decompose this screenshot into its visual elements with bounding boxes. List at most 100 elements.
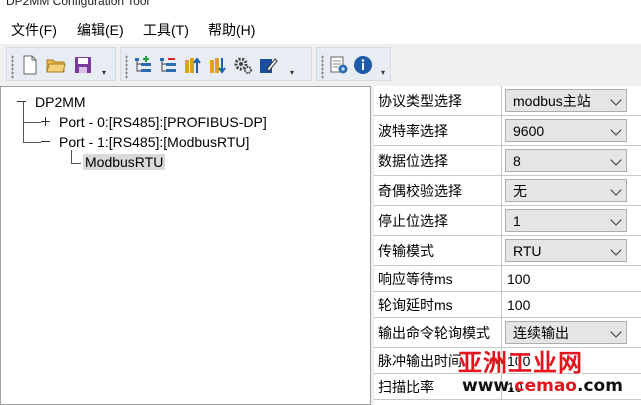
tree-connector xyxy=(71,163,81,164)
property-value-cell: modbus主站 xyxy=(501,86,641,115)
new-file-icon[interactable] xyxy=(20,55,40,75)
property-label: 扫描比率 xyxy=(378,378,434,395)
property-row-databits: 数据位选择 8 xyxy=(374,146,641,176)
window-title: DP2MM Configuration Tool xyxy=(6,0,150,8)
tree-node-label: Port - 0:[RS485]:[PROFIBUS-DP] xyxy=(59,114,267,130)
toolbar-group-help: ▾ xyxy=(316,47,391,81)
expand-icon[interactable] xyxy=(41,117,50,126)
property-grid: 协议类型选择 modbus主站 波特率选择 9600 数据位选择 8 奇偶校验选… xyxy=(374,86,641,405)
property-value-cell[interactable]: 100 xyxy=(501,348,641,373)
menu-help[interactable]: 帮助(H) xyxy=(208,20,255,40)
property-row-protocol: 协议类型选择 modbus主站 xyxy=(374,86,641,116)
device-tree: DP2MM Port - 0:[RS485]:[PROFIBUS-DP] Por… xyxy=(0,86,371,405)
toolbar-grip[interactable] xyxy=(11,55,14,79)
toolbar-overflow-icon[interactable]: ▾ xyxy=(290,68,294,77)
transmission-mode-select[interactable]: RTU xyxy=(505,239,627,262)
tree-node-label: ModbusRTU xyxy=(83,154,166,170)
tree-connector xyxy=(23,122,41,123)
property-value-cell: 1 xyxy=(501,206,641,235)
upload-icon[interactable] xyxy=(183,55,203,75)
select-value: 无 xyxy=(513,182,527,199)
output-poll-mode-select[interactable]: 连续输出 xyxy=(505,321,627,344)
select-value: 连续输出 xyxy=(513,324,569,341)
property-value-cell: RTU xyxy=(501,236,641,265)
property-label: 传输模式 xyxy=(378,242,434,259)
chevron-down-icon[interactable] xyxy=(610,243,622,256)
baud-rate-select[interactable]: 9600 xyxy=(505,119,627,142)
property-row-parity: 奇偶校验选择 无 xyxy=(374,176,641,206)
tree-connector xyxy=(71,150,72,164)
toolbar-group-config: ▾ xyxy=(120,47,312,81)
property-label: 停止位选择 xyxy=(378,212,448,229)
tree-node-label: Port - 1:[RS485]:[ModbusRTU] xyxy=(59,134,250,150)
chevron-down-icon[interactable] xyxy=(610,153,622,166)
toolbar-grip[interactable] xyxy=(125,55,128,79)
menu-tools[interactable]: 工具(T) xyxy=(143,20,189,40)
toolbar: ▾ ▾ ▾ xyxy=(0,44,641,86)
property-value-cell: 连续输出 xyxy=(501,318,641,347)
menu-file[interactable]: 文件(F) xyxy=(11,20,57,40)
tree-node-modbusrtu[interactable]: ModbusRTU xyxy=(83,152,166,172)
property-value-cell: 9600 xyxy=(501,116,641,145)
export-report-icon[interactable] xyxy=(329,55,349,75)
poll-delay-field[interactable]: 100 xyxy=(507,292,530,317)
stop-bits-select[interactable]: 1 xyxy=(505,209,627,232)
protocol-select[interactable]: modbus主站 xyxy=(505,89,627,112)
collapse-icon[interactable] xyxy=(41,137,50,146)
property-label: 数据位选择 xyxy=(378,152,448,169)
tree-connector xyxy=(23,142,41,143)
toolbar-overflow-icon[interactable]: ▾ xyxy=(102,68,106,77)
select-value: 8 xyxy=(513,152,521,169)
add-node-icon[interactable] xyxy=(133,55,153,75)
download-icon[interactable] xyxy=(208,55,228,75)
property-label: 奇偶校验选择 xyxy=(378,182,462,199)
property-row-baud: 波特率选择 9600 xyxy=(374,116,641,146)
property-label: 响应等待ms xyxy=(378,270,453,287)
toolbar-grip[interactable] xyxy=(321,55,324,79)
property-value-cell: 8 xyxy=(501,146,641,175)
settings-gear-icon[interactable] xyxy=(233,55,253,75)
open-folder-icon[interactable] xyxy=(46,55,66,75)
collapse-icon[interactable] xyxy=(17,97,26,106)
title-bar: DP2MM Configuration Tool xyxy=(0,0,641,14)
select-value: 9600 xyxy=(513,122,545,139)
property-label: 协议类型选择 xyxy=(378,92,462,109)
chevron-down-icon[interactable] xyxy=(610,325,622,338)
data-bits-select[interactable]: 8 xyxy=(505,149,627,172)
remove-node-icon[interactable] xyxy=(158,55,178,75)
property-value-cell: 无 xyxy=(501,176,641,205)
property-row-output-poll-mode: 输出命令轮询模式 连续输出 xyxy=(374,318,641,348)
info-icon[interactable] xyxy=(353,55,373,75)
edit-config-icon[interactable] xyxy=(258,55,278,75)
property-row-transmode: 传输模式 RTU xyxy=(374,236,641,266)
property-row-poll-delay: 轮询延时ms 100 xyxy=(374,292,641,318)
toolbar-overflow-icon[interactable]: ▾ xyxy=(381,68,385,77)
menu-bar: 文件(F) 编辑(E) 工具(T) 帮助(H) xyxy=(0,14,641,44)
property-label: 波特率选择 xyxy=(378,122,448,139)
chevron-down-icon[interactable] xyxy=(610,213,622,226)
property-value-cell[interactable]: 100 xyxy=(501,292,641,317)
response-wait-field[interactable]: 100 xyxy=(507,266,530,291)
property-row-response-wait: 响应等待ms 100 xyxy=(374,266,641,292)
toolbar-group-file: ▾ xyxy=(6,47,116,81)
property-value-cell[interactable]: 100 xyxy=(501,266,641,291)
select-value: 1 xyxy=(513,212,521,229)
chevron-down-icon[interactable] xyxy=(610,93,622,106)
property-label: 脉冲输出时间 xyxy=(378,352,462,369)
property-value-cell[interactable]: 10 xyxy=(501,374,641,399)
scan-ratio-field[interactable]: 10 xyxy=(507,374,523,399)
pulse-time-field[interactable]: 100 xyxy=(507,348,530,373)
chevron-down-icon[interactable] xyxy=(610,123,622,136)
property-row-scan-ratio: 扫描比率 10 xyxy=(374,374,641,400)
select-value: modbus主站 xyxy=(513,92,591,109)
chevron-down-icon[interactable] xyxy=(610,183,622,196)
property-row-stopbits: 停止位选择 1 xyxy=(374,206,641,236)
select-value: RTU xyxy=(513,242,542,259)
property-label: 输出命令轮询模式 xyxy=(378,324,490,341)
property-label: 轮询延时ms xyxy=(378,296,453,313)
parity-select[interactable]: 无 xyxy=(505,179,627,202)
property-row-pulse-time: 脉冲输出时间 100 xyxy=(374,348,641,374)
tree-node-label: DP2MM xyxy=(35,94,86,110)
menu-edit[interactable]: 编辑(E) xyxy=(77,20,124,40)
save-icon[interactable] xyxy=(73,55,93,75)
